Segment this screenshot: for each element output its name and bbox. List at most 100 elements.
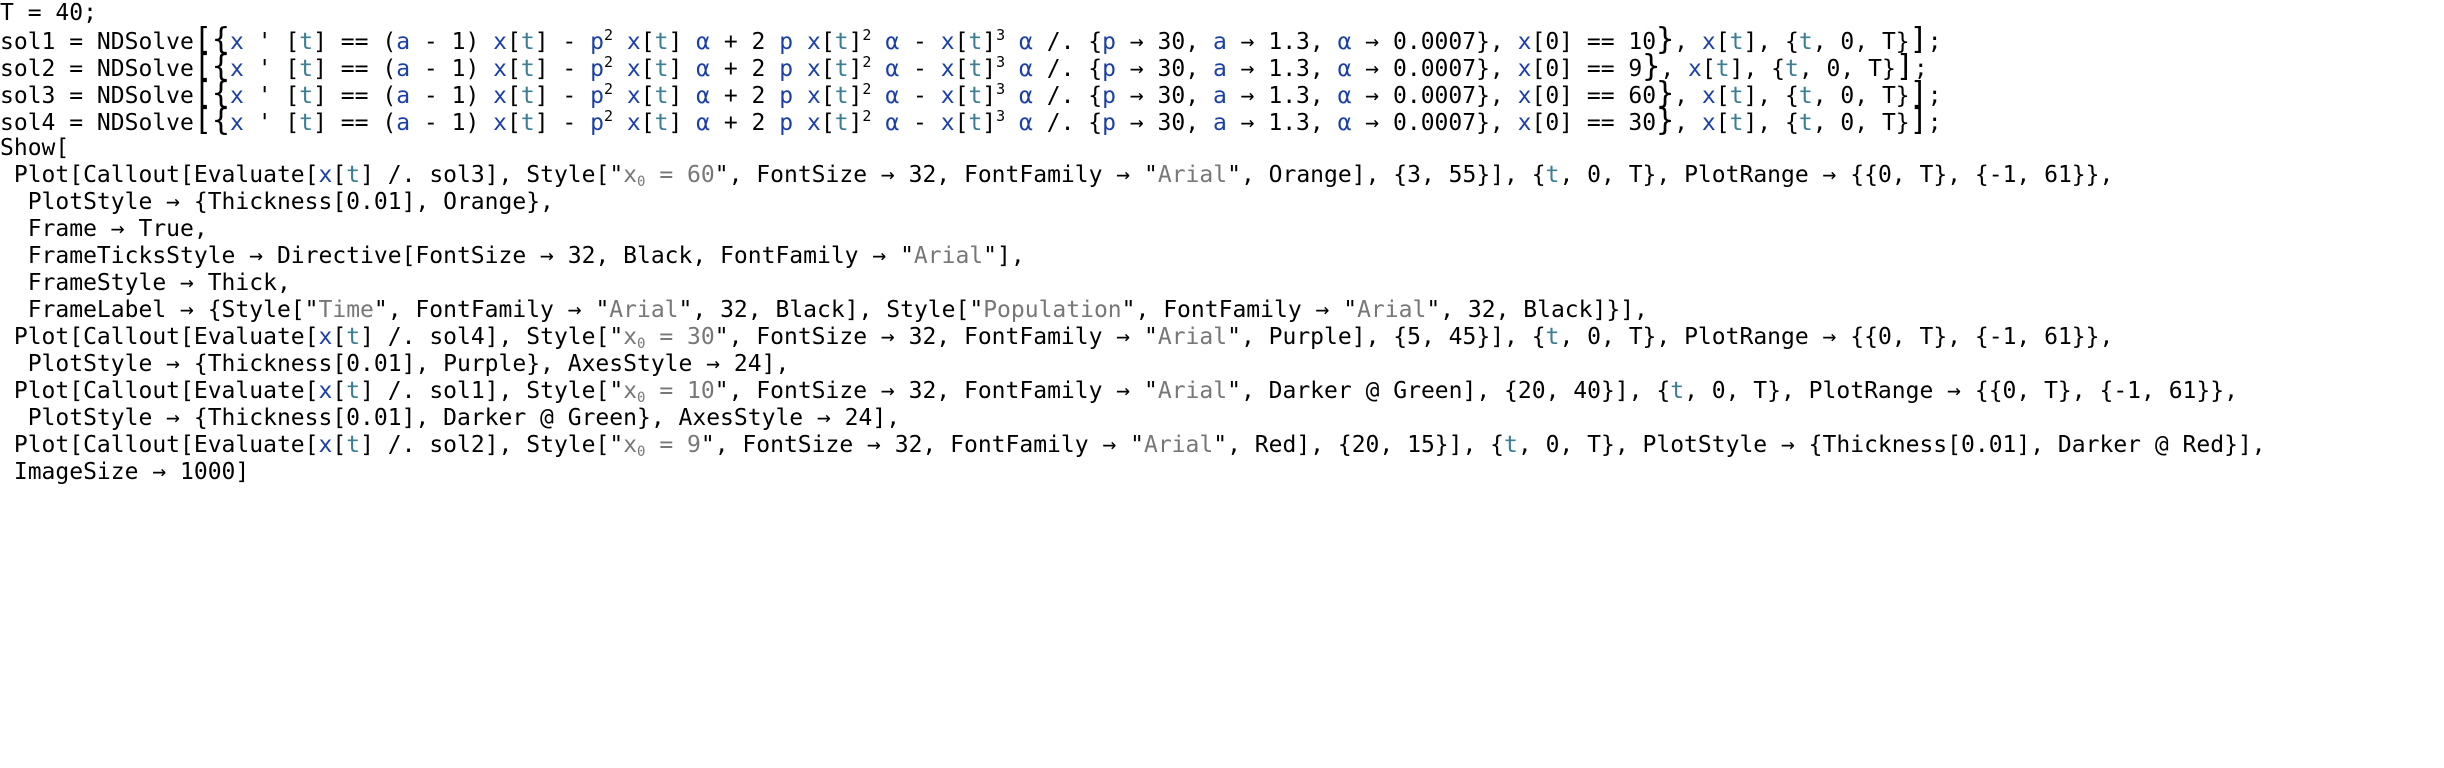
code-line[interactable]: ImageSize → 1000] [0,457,249,487]
code-token: FrameLabel → {Style[" [0,297,319,323]
code-line[interactable]: Plot[Callout[Evaluate[x[t] /. sol3], Sty… [0,160,2114,190]
code-token: [ [332,378,347,404]
code-line[interactable]: PlotStyle → {Thickness[0.01], Darker @ G… [0,403,900,433]
code-line[interactable]: PlotStyle → {Thickness[0.01], Orange}, [0,187,554,217]
code-line[interactable]: FrameLabel → {Style["Time", FontFamily →… [0,295,1648,325]
code-token: t [346,378,361,404]
code-token: Arial [1357,297,1427,323]
code-token: 3 [996,80,1006,98]
code-token: + 2 [710,110,780,136]
code-token: Arial [1143,432,1214,458]
code-token: x [1517,110,1532,136]
code-token: → 30, [1116,110,1213,136]
code-token: FrameStyle → Thick, [0,270,291,296]
code-token: p [590,110,604,136]
code-token: /. { [1032,110,1103,136]
code-token: ], { [1743,110,1799,136]
code-token: α [696,110,711,136]
code-line[interactable]: sol4 = NDSolve[{x ' [t] == (a - 1) x[t] … [0,103,1942,138]
code-token: PlotStyle → {Thickness[0.01], Darker @ G… [0,405,901,431]
code-token: a [1212,110,1227,136]
code-token: t [346,432,361,458]
code-token: PlotStyle → {Thickness[0.01], Orange}, [0,189,554,215]
code-token: ] /. sol3], Style[" [360,162,624,188]
code-token: [ [1715,110,1730,136]
code-token: , 0, T}, PlotRange → {{0, T}, {-1, 61}}, [1559,324,2114,350]
code-token: [0] == 30 [1531,110,1657,136]
code-token: [ [507,110,521,136]
code-token: 2 [603,80,614,98]
code-token: Arial [1157,378,1228,404]
code-token: [ [332,432,347,458]
code-token: Time [318,297,374,323]
code-line[interactable]: sol2 = NDSolve[{x ' [t] == (a - 1) x[t] … [0,52,1928,83]
code-token: , 0, T}, PlotRange → {{0, T}, {-1, 61}}, [1559,162,2114,188]
code-token: t [1545,324,1560,350]
code-line[interactable]: Show[ [0,133,69,163]
code-token: t [1798,110,1813,136]
code-token: ", FontSize → 32, FontFamily → " [714,162,1158,188]
code-token: ", Darker @ Green], {20, 40}], { [1227,378,1671,404]
code-token: Arial [609,297,679,323]
code-token: x [806,110,821,136]
code-token: , 0, T}, PlotRange → {{0, T}, {-1, 61}}, [1684,378,2238,404]
code-token: [ [954,110,969,136]
code-token: → 1.3, [1226,110,1338,136]
code-token: ", Orange], {3, 55}], { [1227,162,1546,188]
code-token: x [623,162,638,188]
code-token: ", Red], {20, 15}], { [1213,432,1505,458]
code-token: [{ [193,103,230,138]
code-token: ] - [534,110,591,136]
code-token: } [1656,103,1675,138]
code-token: = 10 [645,378,715,404]
code-line[interactable]: PlotStyle → {Thickness[0.01], Purple}, A… [0,349,790,379]
code-token: ImageSize → 1000] [0,459,250,485]
code-token: Plot[Callout[Evaluate[ [0,162,319,188]
code-token: p [779,110,794,136]
code-token: x [626,110,641,136]
code-token: - 1) [410,110,494,136]
code-token: ] /. sol4], Style[" [360,324,624,350]
code-line[interactable]: FrameStyle → Thick, [0,268,291,298]
code-line[interactable]: Plot[Callout[Evaluate[x[t] /. sol4], Sty… [0,322,2114,352]
code-token: x [623,432,638,458]
code-token: t [1729,110,1744,136]
code-token: x [318,324,333,350]
code-token: Population [983,297,1122,323]
code-token: , 0, T}, PlotStyle → {Thickness[0.01], D… [1517,432,2266,458]
code-line[interactable]: T = 40; [0,0,97,28]
code-token: t [654,110,669,136]
code-token: ; [1927,110,1942,136]
code-token: t [299,110,314,136]
code-line[interactable]: sol3 = NDSolve[{x ' [t] == (a - 1) x[t] … [0,79,1942,110]
code-token: t [834,110,849,136]
code-line[interactable]: Plot[Callout[Evaluate[x[t] /. sol1], Sty… [0,376,2238,406]
code-token: Arial [1157,162,1228,188]
code-token: x [318,432,333,458]
code-token: ", FontFamily → " [1121,297,1358,323]
code-token: ] /. sol2], Style[" [360,432,624,458]
code-token: x [1701,110,1716,136]
code-line[interactable]: Plot[Callout[Evaluate[x[t] /. sol2], Sty… [0,430,2266,460]
code-token: 3 [996,26,1006,44]
code-line[interactable]: FrameTicksStyle → Directive[FontSize → 3… [0,241,1025,271]
notebook-input-cell[interactable]: T = 40; sol1 = NDSolve[{x ' [t] == (a - 1… [0,0,2444,768]
code-token: "], [983,243,1025,269]
code-token: t [1670,378,1685,404]
code-token: ] [668,110,697,136]
code-token: a [396,110,411,136]
code-token: ", FontSize → 32, FontFamily → " [714,378,1158,404]
code-token: Arial [1157,324,1228,350]
code-token: [ [332,324,347,350]
code-token: Show[ [0,135,70,161]
code-token: ", FontFamily → " [373,297,610,323]
code-line[interactable]: Frame → True, [0,214,208,244]
code-token: x [940,110,955,136]
code-token: Plot[Callout[Evaluate[ [0,432,319,458]
code-token: ", 32, Black]}], [1426,297,1648,323]
code-token: α [885,110,900,136]
code-token: ", 32, Black], Style[" [678,297,984,323]
